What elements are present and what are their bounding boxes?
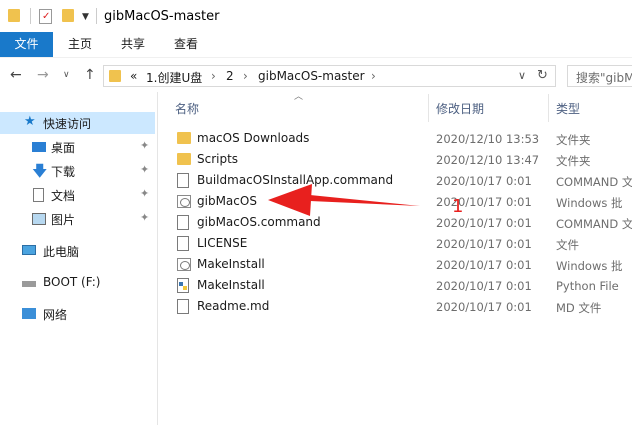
annotation-arrow-head	[268, 184, 312, 216]
annotation-arrow	[268, 184, 420, 216]
annotation-number: 1	[452, 196, 464, 217]
annotation-arrow-shaft	[310, 195, 420, 206]
